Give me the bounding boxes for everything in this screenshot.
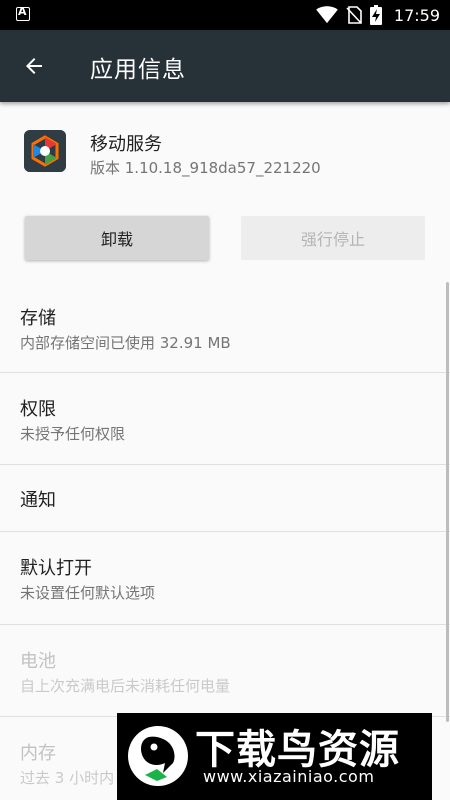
setting-open-by-default[interactable]: 默认打开 未设置任何默认选项 <box>0 532 450 625</box>
uninstall-button[interactable]: 卸载 <box>25 216 209 260</box>
battery-charging-icon <box>369 5 382 25</box>
setting-storage[interactable]: 存储 内部存储空间已使用 32.91 MB <box>0 284 450 373</box>
scrollbar[interactable] <box>446 282 449 722</box>
setting-summary: 未授予任何权限 <box>20 425 126 443</box>
status-time: 17:59 <box>393 5 440 25</box>
no-sim-icon <box>346 6 362 24</box>
app-version: 版本 1.10.18_918da57_221220 <box>90 159 321 177</box>
setting-battery: 电池 自上次充满电后未消耗任何电量 <box>0 625 450 717</box>
setting-summary: 未设置任何默认选项 <box>20 584 156 602</box>
setting-title: 默认打开 <box>20 558 92 579</box>
status-bar: 17:59 <box>0 0 450 30</box>
app-name: 移动服务 <box>90 134 162 155</box>
page-title: 应用信息 <box>90 57 186 83</box>
app-info-content: 移动服务 版本 1.10.18_918da57_221220 卸载 强行停止 存… <box>0 102 450 800</box>
setting-title: 内存 <box>20 743 56 764</box>
setting-title: 电池 <box>20 651 56 672</box>
back-button[interactable] <box>14 46 54 86</box>
watermark-url: www.xiazainiao.com <box>203 767 375 786</box>
setting-notifications[interactable]: 通知 <box>0 465 450 532</box>
status-icons: 17:59 <box>316 0 440 30</box>
app-icon <box>24 130 66 172</box>
app-header: 移动服务 版本 1.10.18_918da57_221220 <box>0 124 450 194</box>
wifi-icon <box>316 6 338 24</box>
setting-summary: 内部存储空间已使用 32.91 MB <box>20 334 231 352</box>
app-bar: 应用信息 <box>0 30 450 102</box>
setting-summary: 自上次充满电后未消耗任何电量 <box>20 677 231 695</box>
setting-title: 通知 <box>20 490 56 511</box>
bird-logo-icon <box>128 726 188 786</box>
setting-permissions[interactable]: 权限 未授予任何权限 <box>0 373 450 465</box>
app-notification-icon <box>16 5 30 21</box>
setting-summary: 过去 3 小时内 <box>20 769 115 787</box>
setting-title: 存储 <box>20 308 56 329</box>
watermark: 下载鸟资源 www.xiazainiao.com <box>117 713 432 800</box>
setting-title: 权限 <box>20 399 56 420</box>
arrow-back-icon <box>26 58 42 74</box>
force-stop-button[interactable]: 强行停止 <box>241 216 425 260</box>
